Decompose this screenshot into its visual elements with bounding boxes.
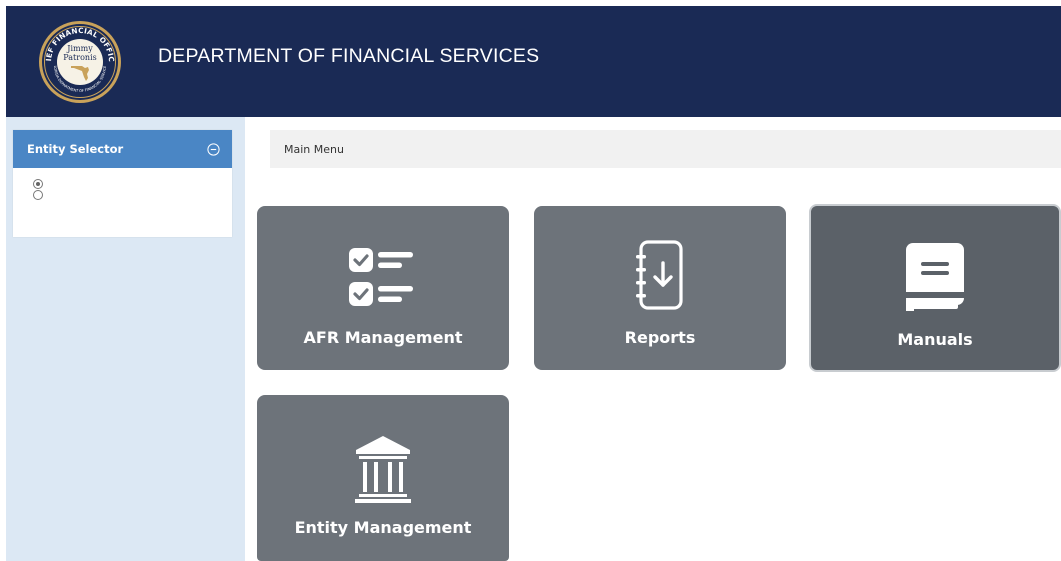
entity-radio-option-1[interactable] bbox=[33, 179, 43, 189]
entity-management-tile[interactable]: Entity Management bbox=[257, 395, 509, 561]
sidebar: Entity Selector bbox=[6, 117, 245, 561]
entity-selector-panel: Entity Selector bbox=[13, 130, 232, 237]
report-download-icon bbox=[636, 240, 683, 310]
breadcrumb-main-menu[interactable]: Main Menu bbox=[284, 143, 344, 156]
reports-tile[interactable]: Reports bbox=[534, 206, 786, 370]
manuals-label: Manuals bbox=[897, 330, 973, 349]
entity-radio-option-2[interactable] bbox=[33, 190, 43, 200]
manuals-tile[interactable]: Manuals bbox=[809, 204, 1061, 372]
afr-management-label: AFR Management bbox=[303, 328, 463, 347]
department-title: DEPARTMENT OF FINANCIAL SERVICES bbox=[158, 45, 540, 67]
page: CHIEF FINANCIAL OFFICER FLORIDA DEPARTME… bbox=[0, 0, 1061, 561]
seal-logo: CHIEF FINANCIAL OFFICER FLORIDA DEPARTME… bbox=[38, 20, 121, 103]
app-header: CHIEF FINANCIAL OFFICER FLORIDA DEPARTME… bbox=[6, 6, 1061, 117]
entity-radio-list bbox=[13, 168, 232, 200]
book-icon bbox=[906, 243, 964, 311]
reports-label: Reports bbox=[624, 328, 696, 347]
svg-text:Jimmy: Jimmy bbox=[66, 44, 93, 53]
entity-selector-header: Entity Selector bbox=[13, 130, 232, 168]
bank-building-icon bbox=[355, 436, 411, 503]
afr-management-tile[interactable]: AFR Management bbox=[257, 206, 509, 370]
svg-text:Patronis: Patronis bbox=[63, 53, 96, 62]
checklist-icon bbox=[349, 248, 413, 306]
entity-selector-title: Entity Selector bbox=[27, 142, 124, 156]
minus-circle-icon[interactable] bbox=[207, 142, 220, 156]
breadcrumb: Main Menu bbox=[270, 130, 1061, 168]
entity-management-label: Entity Management bbox=[294, 518, 472, 537]
